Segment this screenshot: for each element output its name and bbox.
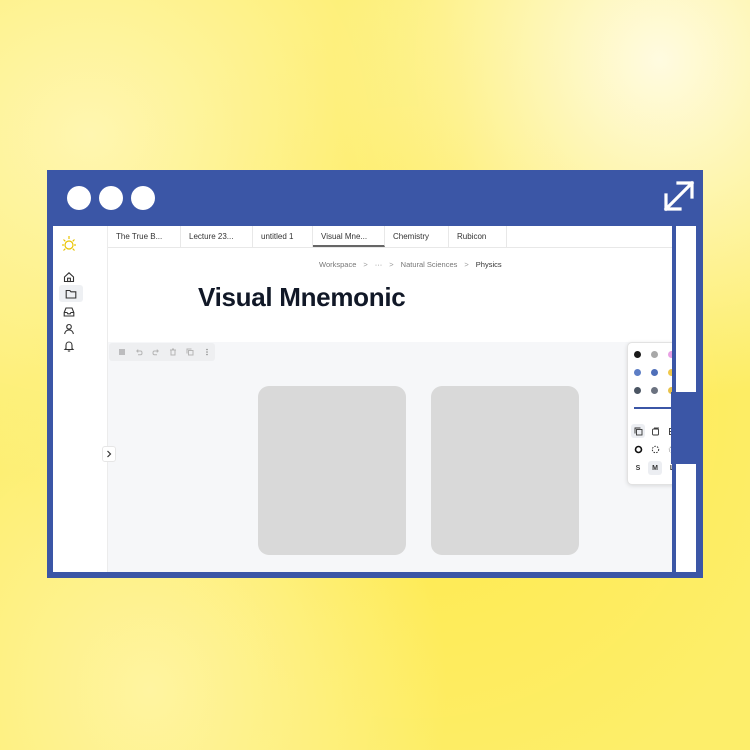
tab-bar: The True B... Lecture 23... untitled 1 V… [108, 226, 672, 248]
tab-rubicon[interactable]: Rubicon [449, 226, 507, 247]
breadcrumb: Workspace > ··· > Natural Sciences > Phy… [319, 260, 502, 269]
tab-untitled-1[interactable]: untitled 1 [253, 226, 313, 247]
size-small-button[interactable]: S [631, 461, 645, 475]
page-title[interactable]: Visual Mnemonic [198, 282, 406, 313]
breadcrumb-physics[interactable]: Physics [476, 260, 502, 269]
breadcrumb-ellipsis[interactable]: ··· [375, 260, 383, 269]
scroll-thumb[interactable] [671, 392, 697, 464]
folder-icon[interactable] [59, 285, 83, 302]
window-close-dot[interactable] [67, 186, 91, 210]
canvas-toolbar [109, 343, 215, 361]
color-swatch[interactable] [634, 387, 641, 394]
breadcrumb-separator: > [389, 260, 394, 269]
redo-icon[interactable] [147, 345, 164, 359]
list-icon[interactable] [113, 345, 130, 359]
stroke-dashed-icon[interactable] [648, 442, 662, 456]
more-icon[interactable] [198, 345, 215, 359]
bell-icon[interactable] [59, 337, 79, 354]
opacity-slider[interactable] [634, 407, 672, 409]
fill-solid-icon[interactable] [631, 424, 645, 438]
color-swatch[interactable] [651, 369, 658, 376]
color-swatch[interactable] [668, 351, 672, 358]
window-maximize-dot[interactable] [131, 186, 155, 210]
breadcrumb-workspace[interactable]: Workspace [319, 260, 356, 269]
copy-icon[interactable] [181, 345, 198, 359]
chevron-right-icon[interactable] [102, 446, 116, 462]
breadcrumb-separator: > [363, 260, 368, 269]
color-swatch[interactable] [651, 351, 658, 358]
app-viewport: The True B... Lecture 23... untitled 1 V… [53, 226, 672, 572]
delete-icon[interactable] [164, 345, 181, 359]
color-swatch[interactable] [651, 387, 658, 394]
tab-the-true-b[interactable]: The True B... [108, 226, 181, 247]
fill-outline-icon[interactable] [648, 424, 662, 438]
browser-window: The True B... Lecture 23... untitled 1 V… [47, 170, 703, 578]
home-icon[interactable] [59, 268, 79, 285]
color-swatch[interactable] [634, 369, 641, 376]
canvas-card[interactable] [258, 386, 406, 555]
expand-arrows-icon[interactable] [661, 178, 697, 214]
inbox-icon[interactable] [59, 303, 79, 320]
tab-visual-mnemonic[interactable]: Visual Mne... [313, 226, 385, 247]
undo-icon[interactable] [130, 345, 147, 359]
color-swatch[interactable] [668, 369, 672, 376]
window-minimize-dot[interactable] [99, 186, 123, 210]
tab-chemistry[interactable]: Chemistry [385, 226, 449, 247]
breadcrumb-natural-sciences[interactable]: Natural Sciences [401, 260, 458, 269]
canvas-card[interactable] [431, 386, 579, 555]
sun-logo-icon[interactable] [59, 234, 79, 254]
color-swatch[interactable] [634, 351, 641, 358]
style-panel: S M L [627, 342, 672, 485]
sidebar-gutter [85, 226, 108, 572]
stroke-solid-icon[interactable] [631, 442, 645, 456]
sidebar [53, 226, 86, 572]
breadcrumb-separator: > [464, 260, 469, 269]
tab-lecture-23[interactable]: Lecture 23... [181, 226, 253, 247]
size-medium-button[interactable]: M [648, 461, 662, 475]
user-icon[interactable] [59, 320, 79, 337]
